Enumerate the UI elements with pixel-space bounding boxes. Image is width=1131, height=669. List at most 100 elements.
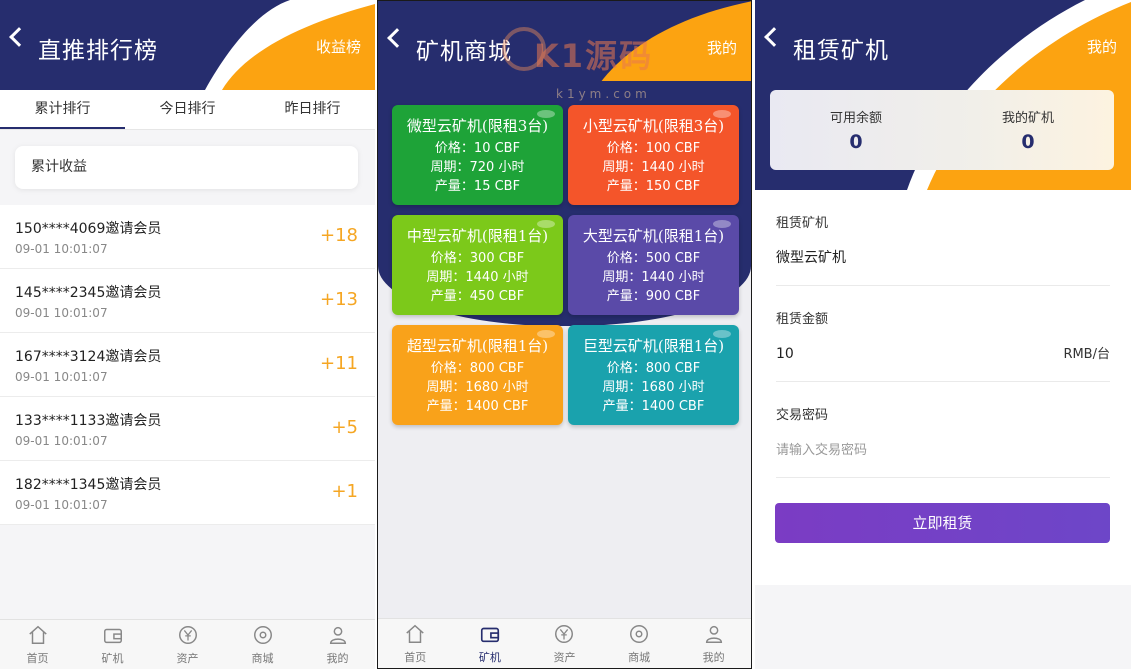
tabbar-home[interactable]: 首页 <box>0 620 75 669</box>
balance-label: 可用余额 <box>829 111 882 126</box>
ranking-header: 直推排行榜 收益榜 <box>0 0 375 90</box>
page-title: 直推排行榜 <box>38 38 158 64</box>
machine-name: 小型云矿机(限租3台) <box>582 117 725 135</box>
amount-field-label: 租赁金额 <box>776 312 829 327</box>
balance-value: 0 <box>849 131 863 153</box>
tabbar-mall[interactable]: 商城 <box>602 619 677 668</box>
watermark-url: k1ym.com <box>556 87 651 101</box>
home-icon <box>28 625 47 644</box>
ranking-tabs: 累计排行 今日排行 昨日排行 <box>0 90 375 130</box>
machine-period: 周期：1440 小时 <box>426 270 529 285</box>
timestamp: 09-01 10:01:07 <box>15 434 108 448</box>
tabbar-mall[interactable]: 商城 <box>225 620 300 669</box>
summary-card: 累计收益 <box>15 146 358 189</box>
machine-card[interactable]: 大型云矿机(限租1台) 价格：500 CBF 周期：1440 小时 产量：900… <box>568 215 739 315</box>
tab-yesterday[interactable]: 昨日排行 <box>250 90 375 129</box>
my-machines-label: 我的矿机 <box>1001 111 1054 126</box>
list-item: 133****1133邀请会员 09-01 10:01:07 +5 <box>0 397 375 461</box>
list-item: 167****3124邀请会员 09-01 10:01:07 +11 <box>0 333 375 397</box>
machine-card[interactable]: 超型云矿机(限租1台) 价格：800 CBF 周期：1680 小时 产量：140… <box>392 325 563 425</box>
income-ranking-link[interactable]: 收益榜 <box>316 36 361 57</box>
tabbar-label: 我的 <box>702 651 725 664</box>
reward-amount: +18 <box>320 225 358 246</box>
machine-output: 产量：15 CBF <box>434 179 521 194</box>
machine-price: 价格：300 CBF <box>430 251 525 266</box>
timestamp: 09-01 10:01:07 <box>15 370 108 384</box>
tab-cumulative[interactable]: 累计排行 <box>0 90 125 129</box>
home-icon <box>406 624 425 643</box>
compass-icon <box>630 625 649 643</box>
list-item: 145****2345邀请会员 09-01 10:01:07 +13 <box>0 269 375 333</box>
compass-icon <box>253 626 272 644</box>
my-link[interactable]: 我的 <box>1087 36 1117 57</box>
amount-field[interactable]: 10 RMB/台 <box>776 327 1110 382</box>
my-machines[interactable]: 我的矿机 0 <box>942 90 1114 170</box>
invitee-label: 145****2345邀请会员 <box>15 285 162 301</box>
page-title: 租赁矿机 <box>793 38 889 64</box>
watermark-brand: K1源码 <box>534 37 654 75</box>
shop-screen: 矿机商城 我的 K1源码 k1ym.com 微型云矿机(限租3台) 价格：10 … <box>377 0 752 669</box>
machine-name: 巨型云矿机(限租1台) <box>582 337 725 355</box>
wallet-icon <box>480 627 499 643</box>
available-balance: 可用余额 0 <box>770 90 942 170</box>
reward-amount: +5 <box>331 417 358 438</box>
machine-output: 产量：900 CBF <box>606 289 701 304</box>
timestamp: 09-01 10:01:07 <box>15 306 108 320</box>
bottom-tab-bar: 首页 矿机 资产 商城 我的 <box>378 618 751 668</box>
page-title: 矿机商城 <box>416 39 512 65</box>
machine-grid: 微型云矿机(限租3台) 价格：10 CBF 周期：720 小时 产量：15 CB… <box>392 105 739 425</box>
invitee-label: 150****4069邀请会员 <box>15 221 162 237</box>
machine-card[interactable]: 微型云矿机(限租3台) 价格：10 CBF 周期：720 小时 产量：15 CB… <box>392 105 563 205</box>
machine-period: 周期：1680 小时 <box>602 380 705 395</box>
bottom-tab-bar: 首页 矿机 资产 商城 我的 <box>0 619 375 669</box>
tabbar-label: 首页 <box>404 651 427 664</box>
password-input[interactable]: 请输入交易密码 <box>776 423 1110 478</box>
tabbar-assets[interactable]: 资产 <box>527 619 602 668</box>
wallet-icon <box>103 628 122 644</box>
amount-value: 10 <box>776 346 794 362</box>
rent-now-button[interactable]: 立即租赁 <box>775 503 1110 543</box>
invitee-label: 133****1133邀请会员 <box>15 413 162 429</box>
machine-period: 周期：1440 小时 <box>602 270 705 285</box>
timestamp: 09-01 10:01:07 <box>15 498 108 512</box>
reward-amount: +1 <box>331 481 358 502</box>
tabbar-miner[interactable]: 矿机 <box>75 620 150 669</box>
machine-field[interactable]: 微型云矿机 <box>776 231 1110 286</box>
password-field-label: 交易密码 <box>776 408 829 423</box>
timestamp: 09-01 10:01:07 <box>15 242 108 256</box>
tabbar-home[interactable]: 首页 <box>378 619 453 668</box>
tabbar-assets[interactable]: 资产 <box>150 620 225 669</box>
machine-card[interactable]: 巨型云矿机(限租1台) 价格：800 CBF 周期：1680 小时 产量：140… <box>568 325 739 425</box>
machine-output: 产量：450 CBF <box>430 289 525 304</box>
tabbar-mine[interactable]: 我的 <box>676 619 751 668</box>
invitee-label: 167****3124邀请会员 <box>15 349 162 365</box>
tabbar-miner[interactable]: 矿机 <box>453 619 528 668</box>
machine-period: 周期：720 小时 <box>430 160 525 175</box>
balance-card: 可用余额 0 我的矿机 0 <box>770 90 1114 170</box>
machine-card[interactable]: 中型云矿机(限租1台) 价格：300 CBF 周期：1440 小时 产量：450… <box>392 215 563 315</box>
machine-name: 微型云矿机(限租3台) <box>406 117 549 135</box>
tab-today[interactable]: 今日排行 <box>125 90 250 129</box>
tabbar-label: 我的 <box>326 652 349 665</box>
yen-coin-icon <box>178 626 197 644</box>
tabbar-mine[interactable]: 我的 <box>300 620 375 669</box>
ranking-list: 150****4069邀请会员 09-01 10:01:07 +18 145**… <box>0 205 375 525</box>
yen-coin-icon <box>555 625 574 643</box>
user-icon <box>705 625 722 643</box>
machine-field-label: 租赁矿机 <box>776 216 829 231</box>
machine-output: 产量：1400 CBF <box>426 399 529 414</box>
machine-name: 中型云矿机(限租1台) <box>406 227 549 245</box>
machine-output: 产量：150 CBF <box>606 179 701 194</box>
watermark-logo: K1源码 k1ym.com <box>502 27 666 107</box>
machine-price: 价格：800 CBF <box>606 361 701 376</box>
ranking-screen: 直推排行榜 收益榜 累计排行 今日排行 昨日排行 累计收益 150****406… <box>0 0 375 669</box>
tabbar-label: 矿机 <box>478 651 501 664</box>
machine-card[interactable]: 小型云矿机(限租3台) 价格：100 CBF 周期：1440 小时 产量：150… <box>568 105 739 205</box>
rent-form: 租赁矿机 微型云矿机 租赁金额 10 RMB/台 交易密码 请输入交易密码 立即… <box>755 190 1131 585</box>
tabbar-label: 矿机 <box>101 652 124 665</box>
machine-price: 价格：500 CBF <box>606 251 701 266</box>
my-machines-value: 0 <box>1021 131 1035 153</box>
tabbar-label: 商城 <box>628 651 651 664</box>
amount-unit: RMB/台 <box>1063 347 1110 362</box>
my-link[interactable]: 我的 <box>707 37 737 58</box>
